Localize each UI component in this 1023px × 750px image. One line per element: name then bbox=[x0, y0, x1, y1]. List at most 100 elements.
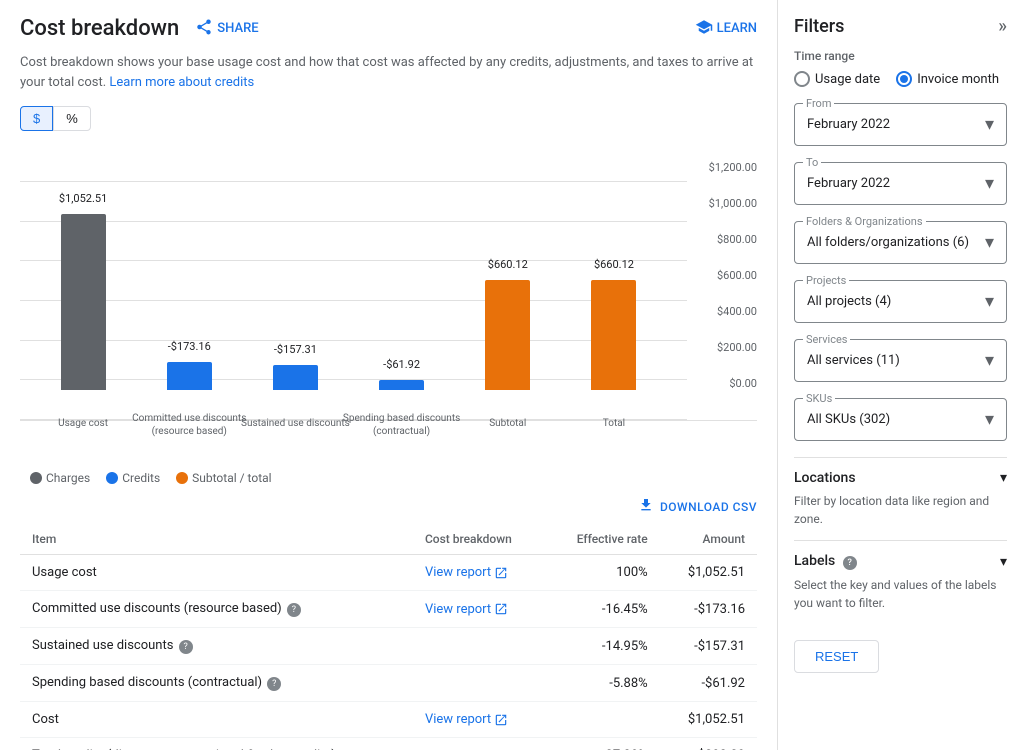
from-filter: From February 2022 ▾ bbox=[794, 103, 1007, 146]
download-label: DOWNLOAD CSV bbox=[660, 500, 757, 514]
y-label: $800.00 bbox=[717, 233, 757, 246]
row-effective-rate bbox=[546, 702, 660, 738]
projects-dropdown[interactable]: Projects All projects (4) ▾ bbox=[794, 280, 1007, 323]
bar-spending-based: -$61.92 Spending based discounts(contrac… bbox=[349, 380, 455, 390]
page-header: Cost breakdown SHARE LEARN bbox=[20, 16, 757, 41]
row-cost-breakdown: View report bbox=[413, 591, 546, 628]
row-item: Spending based discounts (contractual) ? bbox=[20, 665, 413, 702]
bar-x-label: Committed use discounts(resource based) bbox=[132, 412, 246, 438]
projects-label: Projects bbox=[803, 274, 849, 287]
projects-value: All projects (4) bbox=[807, 294, 891, 309]
skus-label: SKUs bbox=[803, 392, 835, 405]
projects-dropdown-arrow: ▾ bbox=[985, 291, 994, 312]
row-effective-rate: -16.45% bbox=[546, 591, 660, 628]
row-item: Committed use discounts (resource based)… bbox=[20, 591, 413, 628]
radio-label-invoice-month: Invoice month bbox=[917, 72, 999, 87]
to-dropdown[interactable]: To February 2022 ▾ bbox=[794, 162, 1007, 205]
reset-button[interactable]: RESET bbox=[794, 640, 879, 673]
legend-label-credits: Credits bbox=[122, 471, 160, 485]
bar-sustained-use: -$157.31 Sustained use discounts bbox=[242, 365, 348, 390]
bar-value-label: $1,052.51 bbox=[59, 192, 107, 205]
bar-x-label: Subtotal bbox=[489, 417, 526, 430]
row-item: Sustained use discounts ? bbox=[20, 628, 413, 665]
time-range-section: Time range Usage date Invoice month bbox=[794, 49, 1007, 87]
table-row: Total credits (discounts, promotional & … bbox=[20, 738, 757, 750]
labels-help-icon[interactable]: ? bbox=[843, 556, 857, 570]
bar-value-label: -$61.92 bbox=[383, 358, 420, 371]
percent-toggle[interactable]: % bbox=[53, 106, 91, 131]
col-effective-rate: Effective rate bbox=[546, 524, 660, 555]
chart-area: $1,200.00 $1,000.00 $800.00 $600.00 $400… bbox=[20, 141, 757, 421]
col-amount: Amount bbox=[660, 524, 757, 555]
folders-value: All folders/organizations (6) bbox=[807, 235, 969, 250]
download-row: DOWNLOAD CSV bbox=[20, 497, 757, 516]
view-report-link[interactable]: View report bbox=[425, 565, 534, 580]
to-value: February 2022 bbox=[807, 176, 890, 191]
row-effective-rate: 100% bbox=[546, 555, 660, 591]
bar-blue bbox=[273, 365, 318, 390]
filters-title: Filters » bbox=[794, 16, 1007, 37]
bar-committed-use: -$173.16 Committed use discounts(resourc… bbox=[136, 362, 242, 390]
cost-table: Item Cost breakdown Effective rate Amoun… bbox=[20, 524, 757, 750]
from-dropdown[interactable]: From February 2022 ▾ bbox=[794, 103, 1007, 146]
bar-blue bbox=[167, 362, 212, 390]
page-description: Cost breakdown shows your base usage cos… bbox=[20, 53, 757, 92]
table-row: Sustained use discounts ? -14.95% -$157.… bbox=[20, 628, 757, 665]
skus-value: All SKUs (302) bbox=[807, 412, 890, 427]
share-label: SHARE bbox=[217, 21, 258, 36]
labels-title: Labels ? bbox=[794, 553, 857, 570]
row-cost-breakdown: View report bbox=[413, 555, 546, 591]
view-report-link[interactable]: View report bbox=[425, 712, 534, 727]
learn-more-link[interactable]: Learn more about credits bbox=[109, 75, 254, 90]
locations-title: Locations bbox=[794, 470, 856, 486]
view-report-link[interactable]: View report bbox=[425, 602, 534, 617]
table-row: Committed use discounts (resource based)… bbox=[20, 591, 757, 628]
locations-description: Filter by location data like region and … bbox=[794, 494, 989, 526]
services-dropdown-arrow: ▾ bbox=[985, 350, 994, 371]
radio-inner-invoice-month bbox=[900, 75, 908, 83]
bar-value-label: -$157.31 bbox=[274, 343, 317, 356]
filters-sidebar: Filters » Time range Usage date Invoice … bbox=[778, 0, 1023, 750]
locations-header[interactable]: Locations ▾ bbox=[794, 470, 1007, 486]
currency-toggle: $ % bbox=[20, 106, 757, 131]
legend-dot-charges bbox=[30, 472, 42, 484]
bar-usage-cost: $1,052.51 Usage cost bbox=[30, 214, 136, 390]
y-label: $600.00 bbox=[717, 269, 757, 282]
row-item: Total credits (discounts, promotional & … bbox=[20, 738, 413, 750]
y-label: $1,200.00 bbox=[709, 161, 757, 174]
services-dropdown[interactable]: Services All services (11) ▾ bbox=[794, 339, 1007, 382]
labels-content: Select the key and values of the labels … bbox=[794, 576, 1007, 612]
bar-x-label: Spending based discounts(contractual) bbox=[343, 412, 460, 438]
row-amount: $1,052.51 bbox=[660, 555, 757, 591]
labels-section: Labels ? ▾ Select the key and values of … bbox=[794, 540, 1007, 624]
learn-button[interactable]: LEARN bbox=[695, 18, 757, 40]
labels-header[interactable]: Labels ? ▾ bbox=[794, 553, 1007, 570]
time-range-options: Usage date Invoice month bbox=[794, 71, 1007, 87]
folders-dropdown[interactable]: Folders & Organizations All folders/orga… bbox=[794, 221, 1007, 264]
locations-content: Filter by location data like region and … bbox=[794, 492, 1007, 528]
row-amount: -$392.39 bbox=[660, 738, 757, 750]
dollar-toggle[interactable]: $ bbox=[20, 106, 53, 131]
radio-circle-usage-date bbox=[794, 71, 810, 87]
collapse-filters-icon[interactable]: » bbox=[998, 16, 1007, 37]
to-filter: To February 2022 ▾ bbox=[794, 162, 1007, 205]
bar-orange bbox=[591, 280, 636, 390]
help-icon[interactable]: ? bbox=[287, 603, 301, 617]
table-row: Cost View report $1,052.51 bbox=[20, 702, 757, 738]
to-label: To bbox=[803, 156, 821, 169]
help-icon[interactable]: ? bbox=[267, 677, 281, 691]
legend-charges: Charges bbox=[30, 471, 90, 485]
skus-dropdown[interactable]: SKUs All SKUs (302) ▾ bbox=[794, 398, 1007, 441]
page-title: Cost breakdown bbox=[20, 16, 179, 41]
chart-y-axis: $1,200.00 $1,000.00 $800.00 $600.00 $400… bbox=[687, 141, 757, 420]
from-value: February 2022 bbox=[807, 117, 890, 132]
help-icon[interactable]: ? bbox=[179, 640, 193, 654]
download-csv-button[interactable]: DOWNLOAD CSV bbox=[638, 497, 757, 516]
header-left: Cost breakdown SHARE bbox=[20, 16, 259, 41]
share-icon bbox=[195, 18, 213, 40]
folders-filter: Folders & Organizations All folders/orga… bbox=[794, 221, 1007, 264]
y-label: $0.00 bbox=[729, 377, 757, 390]
radio-usage-date[interactable]: Usage date bbox=[794, 71, 880, 87]
radio-invoice-month[interactable]: Invoice month bbox=[896, 71, 999, 87]
share-button[interactable]: SHARE bbox=[195, 18, 258, 40]
